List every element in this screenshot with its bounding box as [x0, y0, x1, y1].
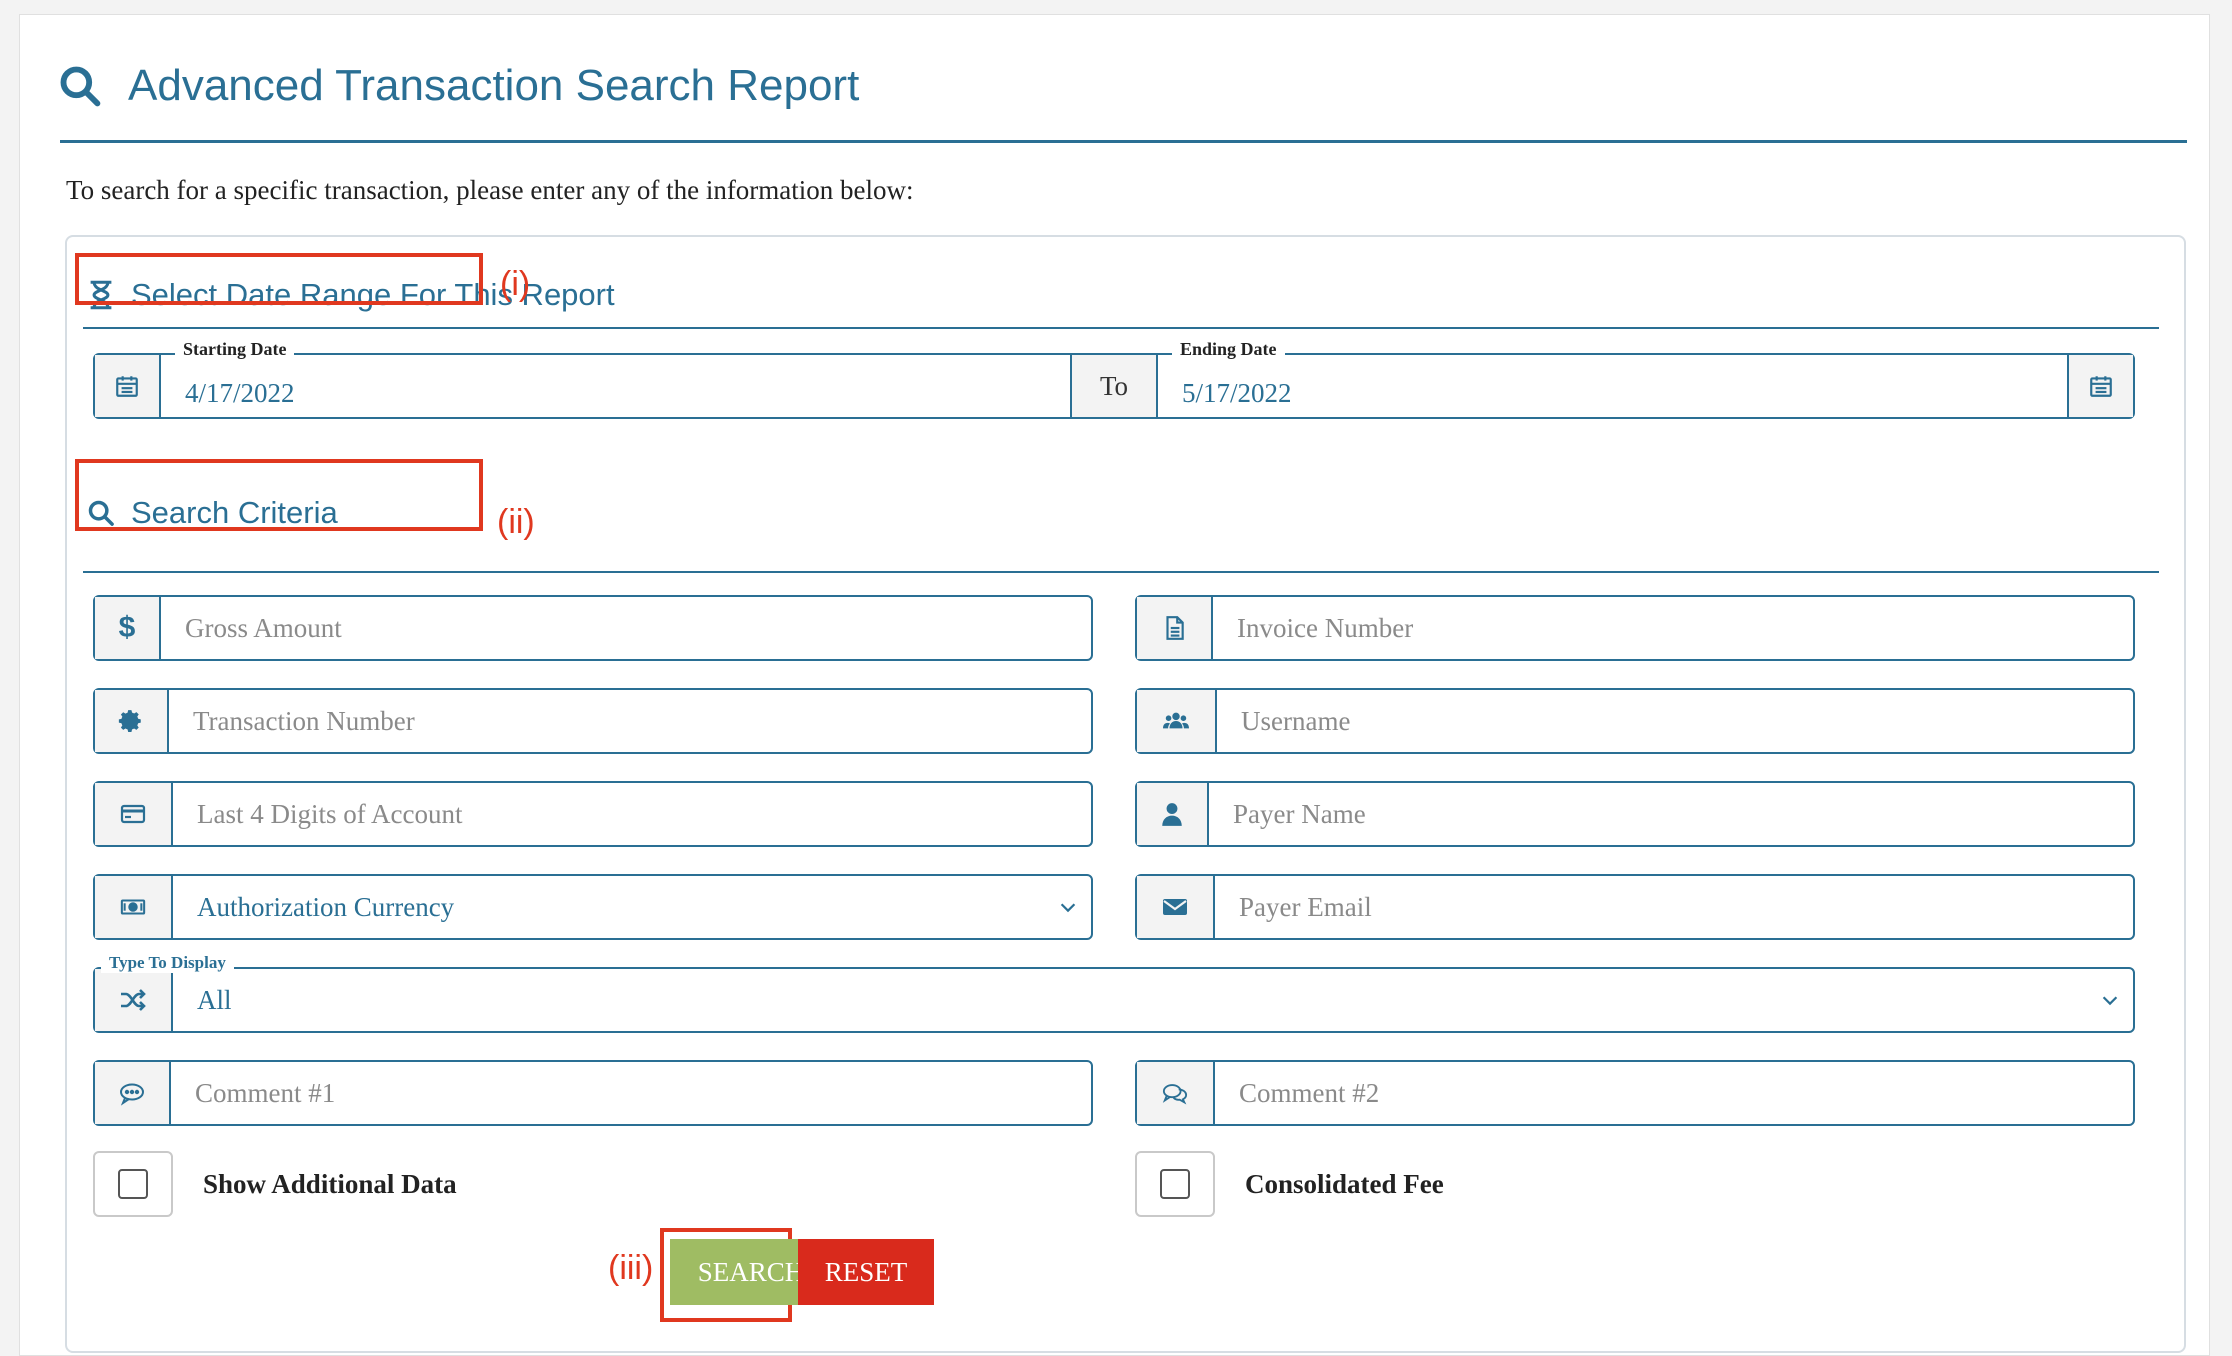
reset-button[interactable]: RESET: [798, 1239, 934, 1305]
type-to-display-label: Type To Display: [101, 953, 234, 973]
show-additional-data-checkbox[interactable]: [93, 1151, 173, 1217]
comment-icon: [95, 1062, 171, 1124]
start-date-input[interactable]: [161, 355, 1070, 417]
calendar-icon[interactable]: [2067, 355, 2133, 417]
payer-email-field: [1135, 874, 2135, 940]
auth-currency-field: Authorization Currency: [93, 874, 1093, 940]
payer-email-input[interactable]: [1215, 876, 2133, 938]
page-title: Advanced Transaction Search Report: [58, 51, 859, 121]
annotation-box-ii: [75, 459, 483, 531]
checkbox-square[interactable]: [1160, 1169, 1190, 1199]
start-date-label: Starting Date: [175, 339, 295, 360]
to-separator: To: [1070, 355, 1158, 417]
credit-card-icon: [95, 783, 173, 845]
user-icon: [1137, 783, 1209, 845]
comment1-input[interactable]: [171, 1062, 1091, 1124]
annotation-ii: (ii): [497, 503, 535, 541]
invoice-number-field: [1135, 595, 2135, 661]
report-page: Advanced Transaction Search Report To se…: [19, 14, 2210, 1356]
consolidated-fee-row: Consolidated Fee: [1135, 1151, 1444, 1217]
show-additional-data-row: Show Additional Data: [93, 1151, 457, 1217]
end-date-label: Ending Date: [1172, 339, 1285, 360]
comments-icon: [1137, 1062, 1215, 1124]
end-date-wrapper: Ending Date: [1158, 339, 2067, 417]
payer-name-field: [1135, 781, 2135, 847]
annotation-i: (i): [500, 265, 531, 303]
payer-name-input[interactable]: [1209, 783, 2133, 845]
auth-currency-select[interactable]: Authorization Currency: [173, 876, 1091, 938]
type-to-display-select[interactable]: All: [173, 969, 2133, 1031]
comment2-input[interactable]: [1215, 1062, 2133, 1124]
shuffle-icon: [95, 969, 173, 1031]
gross-amount-field: $: [93, 595, 1093, 661]
username-input[interactable]: [1217, 690, 2133, 752]
last4-input[interactable]: [173, 783, 1091, 845]
consolidated-fee-checkbox[interactable]: [1135, 1151, 1215, 1217]
end-date-input[interactable]: [1158, 355, 2067, 417]
date-section-divider: [83, 327, 2159, 329]
money-icon: [95, 876, 173, 938]
page-title-text: Advanced Transaction Search Report: [128, 61, 860, 110]
last4-field: [93, 781, 1093, 847]
comment2-field: [1135, 1060, 2135, 1126]
document-icon: [1137, 597, 1213, 659]
transaction-number-input[interactable]: [169, 690, 1091, 752]
show-additional-data-label: Show Additional Data: [203, 1168, 457, 1199]
dollar-icon: $: [95, 597, 161, 659]
calendar-icon[interactable]: [95, 355, 161, 417]
title-divider: [60, 140, 2187, 143]
comment1-field: [93, 1060, 1093, 1126]
consolidated-fee-label: Consolidated Fee: [1245, 1168, 1444, 1199]
date-range-group: Starting Date To Ending Date: [93, 339, 2135, 419]
start-date-wrapper: Starting Date: [161, 339, 1070, 417]
annotation-box-i: [75, 253, 483, 305]
criteria-section-divider: [83, 571, 2159, 573]
intro-text: To search for a specific transaction, pl…: [66, 175, 914, 205]
username-field: [1135, 688, 2135, 754]
users-icon: [1137, 690, 1217, 752]
checkbox-square[interactable]: [118, 1169, 148, 1199]
invoice-number-input[interactable]: [1213, 597, 2133, 659]
search-icon: [60, 66, 101, 107]
annotation-iii: (iii): [608, 1249, 654, 1287]
gross-amount-input[interactable]: [161, 597, 1091, 659]
envelope-icon: [1137, 876, 1215, 938]
gear-icon: [95, 690, 169, 752]
type-to-display-field: Type To Display All: [93, 953, 2135, 1033]
transaction-number-field: [93, 688, 1093, 754]
search-form-card: Select Date Range For This Report (i) St…: [65, 235, 2186, 1353]
